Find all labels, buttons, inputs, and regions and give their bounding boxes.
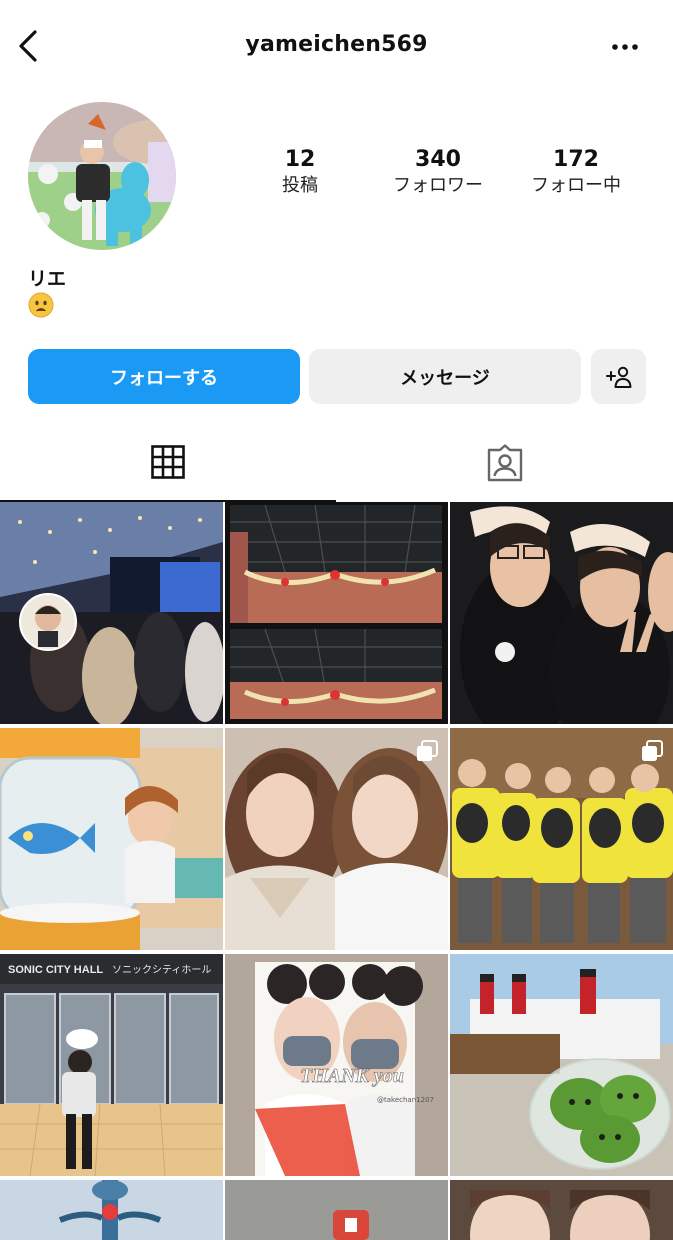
- photo-sonic-city-hall[interactable]: SONIC CITY HALL ソニックシティホール: [0, 954, 223, 1176]
- back-button[interactable]: [10, 26, 46, 66]
- photo-selfie-two-girls[interactable]: [225, 728, 448, 950]
- message-button[interactable]: メッセージ: [309, 349, 581, 404]
- photo-christmas-garland-station[interactable]: [225, 502, 448, 724]
- stat-following-count: 172: [553, 147, 599, 172]
- multiple-posts-icon: [642, 740, 663, 761]
- multiple-posts-icon: [417, 740, 438, 761]
- chevron-left-icon: [19, 30, 37, 62]
- photo-partial-sign[interactable]: [225, 1180, 448, 1240]
- message-button-label: メッセージ: [400, 367, 490, 389]
- sign-text-jp: ソニックシティホール: [112, 964, 211, 976]
- ellipsis-icon: [612, 44, 638, 50]
- top-bar: yameichen569: [0, 0, 673, 94]
- photo-thank-you-couple[interactable]: THANK you @takechan1207: [225, 954, 448, 1176]
- thank-you-text: THANK you: [300, 1065, 404, 1087]
- tab-posts-grid[interactable]: [0, 424, 336, 502]
- posts-grid: SONIC CITY HALL ソニックシティホール THANK you @ta…: [0, 502, 673, 1240]
- photo-group-yellow-shirts[interactable]: [450, 728, 673, 950]
- add-person-icon: [605, 366, 631, 388]
- stat-posts-count: 12: [284, 147, 316, 172]
- tagged-person-icon: [487, 444, 523, 482]
- suggested-accounts-button[interactable]: [591, 349, 646, 404]
- profile-username: yameichen569: [245, 32, 428, 57]
- photo-partial-selfie[interactable]: [450, 1180, 673, 1240]
- profile-tabs: [0, 424, 673, 502]
- more-options-button[interactable]: [607, 30, 643, 64]
- photo-snow-globe-fish[interactable]: [0, 728, 223, 950]
- stat-posts-label: 投稿: [282, 175, 318, 196]
- tab-tagged[interactable]: [337, 424, 673, 502]
- stat-following[interactable]: 172 フォロー中: [521, 146, 631, 198]
- sign-text: SONIC CITY HALL: [8, 964, 103, 976]
- photo-partial-lamp[interactable]: [0, 1180, 223, 1240]
- frowning-face-emoji: [28, 292, 54, 318]
- stat-followers-count: 340: [415, 147, 461, 172]
- follow-button-label: フォローする: [110, 367, 218, 389]
- tag-text: @takechan1207: [377, 1096, 434, 1104]
- stat-posts[interactable]: 12 投稿: [245, 146, 355, 198]
- photo-friends-mickey-ears[interactable]: [450, 502, 673, 724]
- stat-following-label: フォロー中: [531, 175, 621, 196]
- photo-ship-green-buns[interactable]: [450, 954, 673, 1176]
- stat-followers-label: フォロワー: [393, 175, 483, 196]
- follow-button[interactable]: フォローする: [28, 349, 300, 404]
- stat-followers[interactable]: 340 フォロワー: [383, 146, 493, 198]
- profile-avatar[interactable]: [28, 102, 176, 250]
- grid-icon: [151, 445, 185, 479]
- photo-night-plaza[interactable]: [0, 502, 223, 724]
- profile-display-name: リエ: [28, 268, 67, 290]
